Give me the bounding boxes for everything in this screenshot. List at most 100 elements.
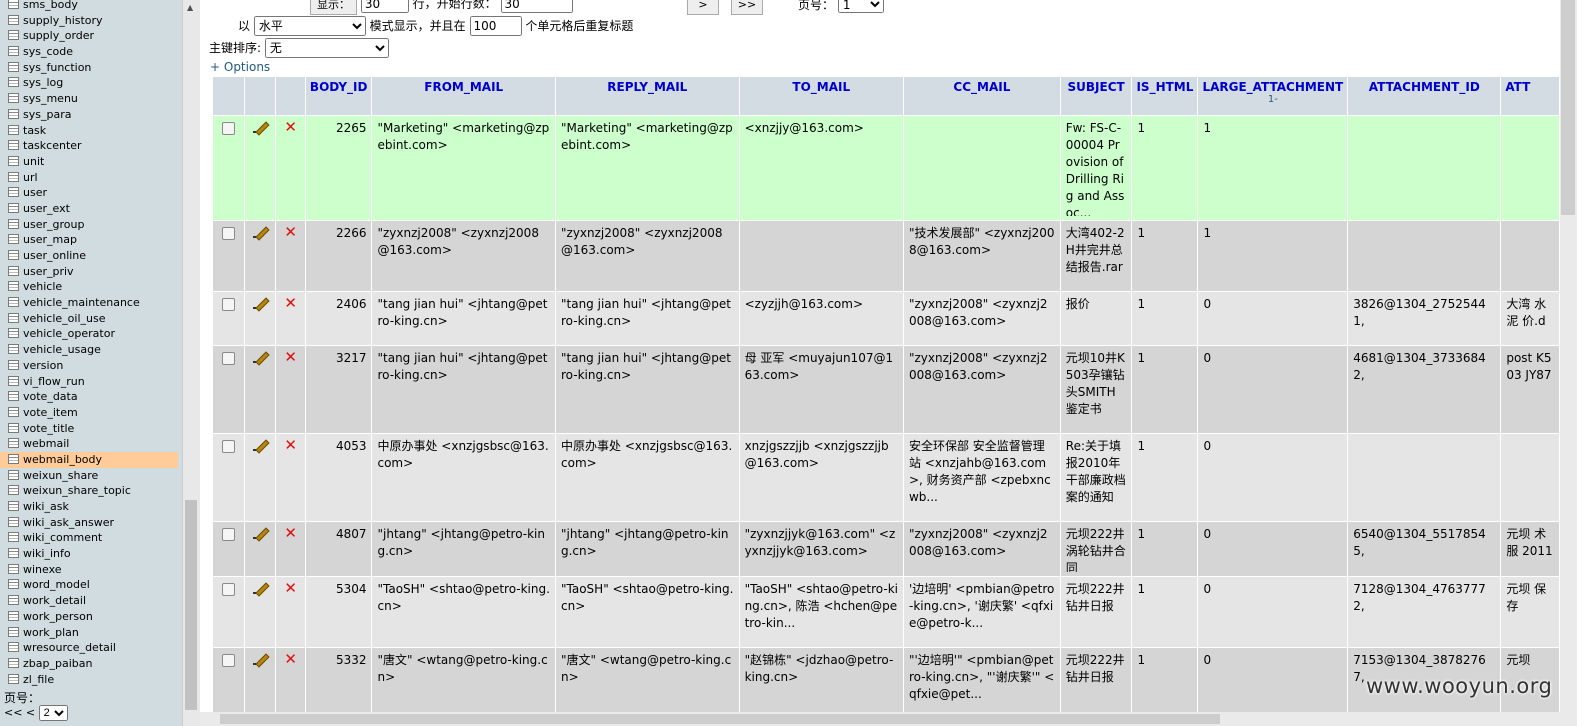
cell-large[interactable]: 1 xyxy=(1197,115,1349,221)
cell-reply[interactable]: 中原办事处 <xnzjgsbsc@163.com> xyxy=(555,433,740,522)
cell-att-id[interactable]: 6540@1304_55178545, xyxy=(1347,521,1502,577)
cell-att[interactable] xyxy=(1500,433,1560,522)
cell-att[interactable]: 元坝 保存 xyxy=(1500,576,1560,648)
delete-x-icon[interactable]: ✕ xyxy=(284,294,297,312)
cell-from[interactable]: "Marketing" <marketing@zpebint.com> xyxy=(371,115,556,221)
cell-cc[interactable] xyxy=(902,115,1061,221)
col-header-att[interactable]: ATT xyxy=(1500,76,1560,116)
cell-is-html[interactable]: 1 xyxy=(1131,291,1199,346)
table-row[interactable]: ✕ 5332 "唐文" <wtang@petro-king.cn> "唐文" <wta… xyxy=(212,647,1560,719)
cell-to[interactable]: "TaoSH" <shtao@petro-king.cn>, 陈浩 <hchen… xyxy=(738,576,904,648)
row-checkbox[interactable] xyxy=(221,298,235,311)
cell-large[interactable]: 0 xyxy=(1197,576,1349,648)
cell-reply[interactable]: "zyxnzj2008" <zyxnzj2008@163.com> xyxy=(555,220,740,292)
cell-body-id[interactable]: 5332 xyxy=(304,647,373,719)
cell-cc[interactable]: 安全环保部 安全监督管理站 <xnzjahb@163.com>, 财务资产部 <… xyxy=(902,433,1061,522)
delete-x-icon[interactable]: ✕ xyxy=(284,650,297,668)
cell-reply[interactable]: "TaoSH" <shtao@petro-king.cn> xyxy=(555,576,740,648)
col-header-to-mail[interactable]: TO_MAIL xyxy=(738,76,904,116)
cell-to[interactable]: "赵锦栋" <jdzhao@petro-king.cn> xyxy=(738,647,904,719)
cell-to[interactable]: "zyxnzjjyk@163.com" <zyxnzjjyk@163.com> xyxy=(738,521,904,577)
cell-body-id[interactable]: 4053 xyxy=(304,433,373,522)
row-checkbox[interactable] xyxy=(221,122,235,135)
sidebar-item-sys-menu[interactable]: sys_menu xyxy=(0,91,178,107)
delete-x-icon[interactable]: ✕ xyxy=(284,223,297,241)
row-checkbox[interactable] xyxy=(221,583,235,596)
main-scroll-thumb[interactable] xyxy=(1561,0,1575,215)
next-page-button[interactable]: > xyxy=(687,0,719,15)
table-row[interactable]: ✕ 5304 "TaoSH" <shtao@petro-king.cn> "TaoSH… xyxy=(212,576,1560,648)
sidebar-item-unit[interactable]: unit xyxy=(0,154,178,170)
sidebar-item-user-priv[interactable]: user_priv xyxy=(0,264,178,280)
sidebar-item-vote-title[interactable]: vote_title xyxy=(0,421,178,437)
sidebar-item-wiki-comment[interactable]: wiki_comment xyxy=(0,530,178,546)
page-select[interactable]: 1 xyxy=(837,0,884,13)
sidebar-item-vehicle[interactable]: vehicle xyxy=(0,279,178,295)
cell-from[interactable]: "tang jian hui" <jhtang@petro-king.cn> xyxy=(371,291,556,346)
col-header-attachment-id[interactable]: ATTACHMENT_ID xyxy=(1347,76,1502,116)
cell-body-id[interactable]: 2406 xyxy=(304,291,373,346)
sidebar-item-taskcenter[interactable]: taskcenter xyxy=(0,138,178,154)
col-header-large-attachment[interactable]: LARGE_ATTACHMENT 1- xyxy=(1197,76,1349,116)
sort-select[interactable]: 无 xyxy=(264,38,389,58)
start-row-input[interactable] xyxy=(500,0,573,13)
sidebar-item-zl-file[interactable]: zl_file xyxy=(0,672,178,688)
cell-reply[interactable]: "唐文" <wtang@petro-king.cn> xyxy=(555,647,740,719)
cell-body-id[interactable]: 4807 xyxy=(304,521,373,577)
sidebar-item-supply-history[interactable]: supply_history xyxy=(0,13,178,29)
cell-att[interactable]: 大湾 水泥 价.d xyxy=(1500,291,1560,346)
edit-pencil-icon[interactable] xyxy=(252,526,268,540)
cell-body-id[interactable]: 3217 xyxy=(304,345,373,434)
cell-to[interactable]: <zyzjjh@163.com> xyxy=(738,291,904,346)
sidebar-item-vote-item[interactable]: vote_item xyxy=(0,405,178,421)
cell-att-id[interactable] xyxy=(1347,433,1502,522)
cell-large[interactable]: 1 xyxy=(1197,220,1349,292)
cell-is-html[interactable]: 1 xyxy=(1131,220,1199,292)
cell-subject[interactable]: 元坝222井涡轮钻井合同 xyxy=(1059,521,1133,577)
cell-att-id[interactable] xyxy=(1347,115,1502,221)
sidebar-item-work-detail[interactable]: work_detail xyxy=(0,593,178,609)
cell-body-id[interactable]: 2266 xyxy=(304,220,373,292)
cell-is-html[interactable]: 1 xyxy=(1131,345,1199,434)
row-checkbox[interactable] xyxy=(221,528,235,541)
col-header-subject[interactable]: SUBJECT xyxy=(1059,76,1133,116)
sidebar-page-nav[interactable]: << < xyxy=(4,706,35,719)
cell-att[interactable]: post K503 JY87 xyxy=(1500,345,1560,434)
cell-subject[interactable]: Re:关于填报2010年干部廉政档案的通知 xyxy=(1059,433,1133,522)
sidebar-page-select[interactable]: 2 xyxy=(38,705,68,721)
edit-pencil-icon[interactable] xyxy=(252,350,268,364)
sidebar-item-winexe[interactable]: winexe xyxy=(0,562,178,578)
cell-from[interactable]: "TaoSH" <shtao@petro-king.cn> xyxy=(371,576,556,648)
sidebar-item-sys-log[interactable]: sys_log xyxy=(0,75,178,91)
col-header-body-id[interactable]: BODY_ID xyxy=(304,76,373,116)
cell-att-id[interactable] xyxy=(1347,220,1502,292)
cell-att[interactable] xyxy=(1500,115,1560,221)
edit-pencil-icon[interactable] xyxy=(252,296,268,310)
row-checkbox[interactable] xyxy=(221,352,235,365)
sidebar-item-wresource-detail[interactable]: wresource_detail xyxy=(0,640,178,656)
cell-is-html[interactable]: 1 xyxy=(1131,647,1199,719)
cell-is-html[interactable]: 1 xyxy=(1131,521,1199,577)
cell-cc[interactable]: "zyxnzj2008" <zyxnzj2008@163.com> xyxy=(902,291,1061,346)
sidebar-item-vehicle-operator[interactable]: vehicle_operator xyxy=(0,326,178,342)
cell-subject[interactable]: 报价 xyxy=(1059,291,1133,346)
table-row[interactable]: ✕ 2266 "zyxnzj2008" <zyxnzj2008@163.com> "z… xyxy=(212,220,1560,292)
sidebar-item-wiki-info[interactable]: wiki_info xyxy=(0,546,178,562)
cell-att-id[interactable]: 4681@1304_37336842, xyxy=(1347,345,1502,434)
delete-x-icon[interactable]: ✕ xyxy=(284,348,297,366)
cell-large[interactable]: 0 xyxy=(1197,291,1349,346)
cell-to[interactable]: 母 亚军 <muyajun107@163.com> xyxy=(738,345,904,434)
table-row[interactable]: ✕ 4807 "jhtang" <jhtang@petro-king.cn> "jht… xyxy=(212,521,1560,577)
horizontal-scroll-thumb[interactable] xyxy=(220,714,1220,724)
cell-cc[interactable]: "zyxnzj2008" <zyxnzj2008@163.com> xyxy=(902,345,1061,434)
cell-cc[interactable]: "'边培明'" <pmbian@petro-king.cn>, "'谢庆繁'" … xyxy=(902,647,1061,719)
delete-x-icon[interactable]: ✕ xyxy=(284,524,297,542)
last-page-button[interactable]: >> xyxy=(731,0,763,15)
cell-to[interactable] xyxy=(738,220,904,292)
horizontal-scrollbar[interactable] xyxy=(200,712,1560,726)
cell-reply[interactable]: "jhtang" <jhtang@petro-king.cn> xyxy=(555,521,740,577)
cell-body-id[interactable]: 5304 xyxy=(304,576,373,648)
col-header-reply-mail[interactable]: REPLY_MAIL xyxy=(555,76,740,116)
cell-cc[interactable]: '边培明' <pmbian@petro-king.cn>, '谢庆繁' <qfx… xyxy=(902,576,1061,648)
sidebar-item-wiki-ask-answer[interactable]: wiki_ask_answer xyxy=(0,515,178,531)
